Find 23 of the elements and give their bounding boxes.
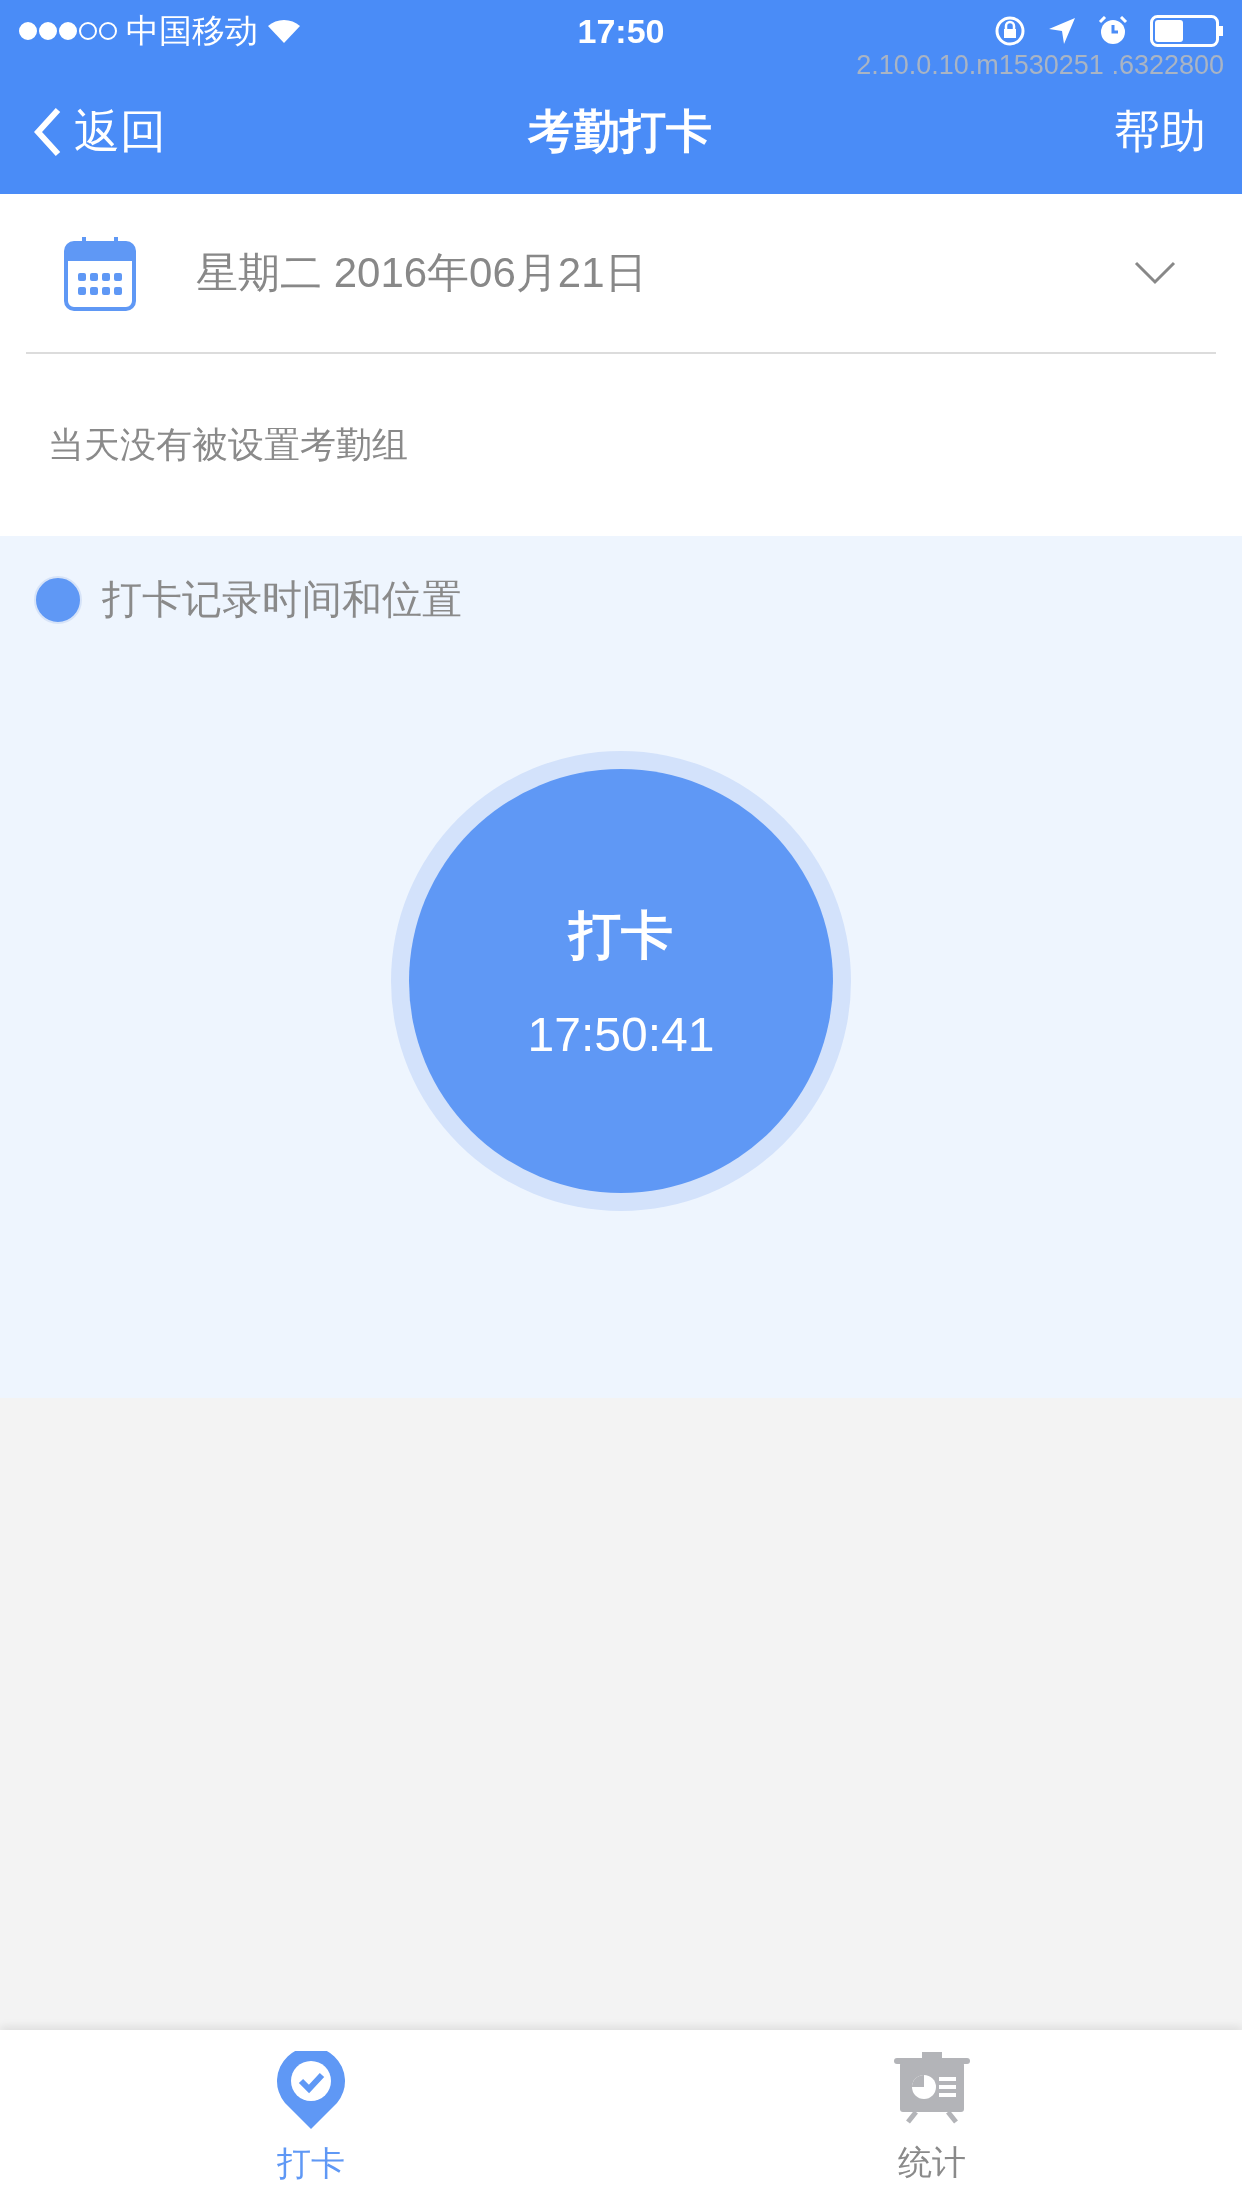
battery-icon [1150,15,1224,47]
legend-dot [34,575,82,624]
chevron-left-icon [34,107,62,157]
punch-button[interactable]: 打卡 17:50:41 [409,769,833,1193]
wifi-icon [266,17,302,45]
notice-text: 当天没有被设置考勤组 [48,422,408,467]
location-check-icon [275,2051,346,2131]
legend-text: 打卡记录时间和位置 [102,576,462,623]
page-title: 考勤打卡 [528,104,712,159]
back-button[interactable]: 返回 [34,101,528,163]
date-picker[interactable]: 星期二 2016年06月21日 [26,194,1216,354]
location-arrow-icon [1048,17,1076,45]
alarm-clock-icon [1098,16,1128,46]
help-button[interactable]: 帮助 [712,101,1206,163]
tab-bar-item[interactable]: 打卡 [0,2030,621,2208]
calendar-icon [64,235,136,311]
signal-strength-icon [18,21,118,41]
tab-bar-item[interactable]: 统计 [621,2030,1242,2208]
version-label: 2.10.0.10.m1530251 .6322800 [855,50,1225,80]
carrier-name: 中国移动 [126,10,258,51]
rotation-lock-icon [994,15,1026,47]
chevron-down-icon [1134,261,1176,285]
status-time: 17:50 [577,11,665,51]
